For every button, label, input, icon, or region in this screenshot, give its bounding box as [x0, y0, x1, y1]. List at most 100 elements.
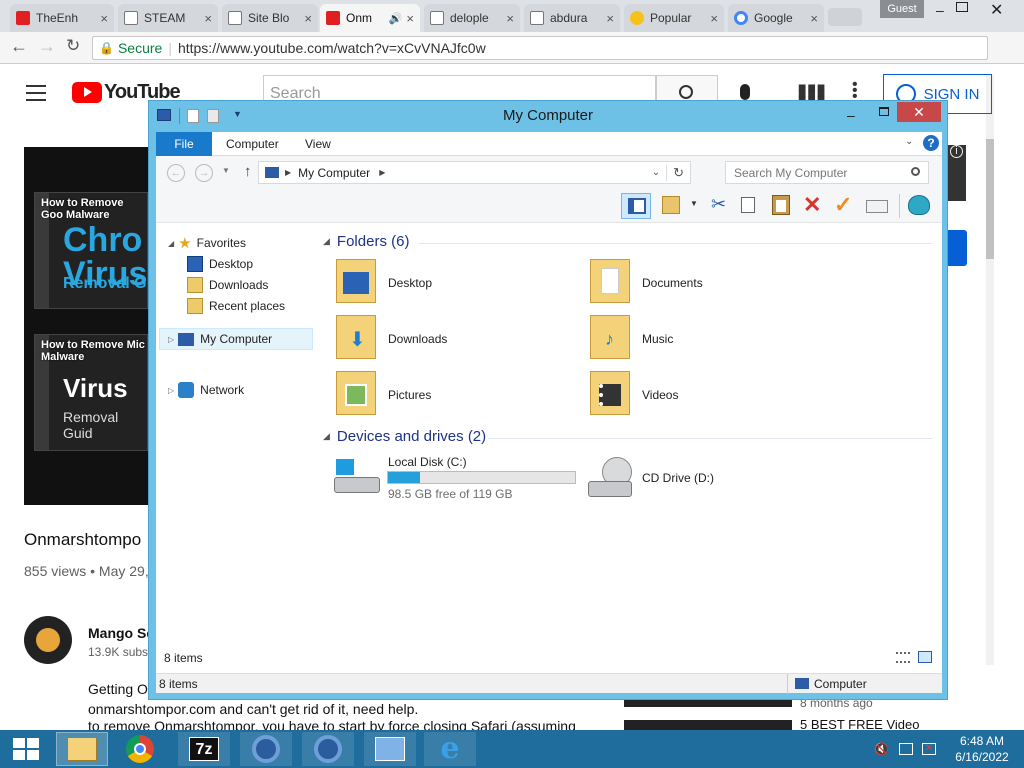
taskbar-control-panel[interactable] [364, 732, 416, 766]
minimize-icon[interactable]: – [847, 107, 855, 123]
close-icon[interactable]: × [204, 11, 212, 26]
taskbar-chrome-window[interactable] [240, 732, 292, 766]
close-icon[interactable]: × [506, 11, 514, 26]
playlist-thumbnail[interactable]: How to Remove Goo Malware Chro Virus Rem… [34, 192, 148, 309]
scrollbar-track[interactable] [986, 75, 994, 665]
playlist-thumbnail[interactable]: How to Remove Mic Malware Virus Removal … [34, 334, 148, 451]
video-player[interactable]: How to Remove Goo Malware Chro Virus Rem… [24, 147, 148, 505]
youtube-logo-icon[interactable] [72, 82, 102, 103]
breadcrumb[interactable]: ▶ My Computer ▶ ⌄ ↻ [258, 161, 691, 184]
back-arrow-icon[interactable]: ← [10, 36, 28, 57]
chevron-down-icon[interactable]: ◢ [323, 431, 330, 442]
info-icon[interactable]: i [950, 145, 963, 158]
chevron-down-icon[interactable]: ⌄ [652, 167, 660, 178]
browser-tab[interactable]: abdura × [524, 4, 620, 32]
chevron-down-icon[interactable]: ▼ [690, 199, 698, 208]
chevron-right-icon[interactable]: ▷ [168, 335, 174, 344]
subscribe-button-edge[interactable] [948, 230, 967, 266]
close-icon[interactable]: × [810, 11, 818, 26]
url-text[interactable]: https://www.youtube.com/watch?v=xCvVNAJf… [178, 40, 486, 56]
window-titlebar[interactable]: ▼ My Computer – ✕ [149, 101, 947, 131]
tab-computer[interactable]: Computer [213, 132, 292, 156]
volume-muted-icon[interactable]: 🔇 [874, 742, 889, 756]
restore-icon[interactable] [956, 2, 968, 12]
nav-favorites[interactable]: ◢ ★ Favorites [168, 233, 246, 253]
forward-arrow-icon[interactable]: → [195, 164, 213, 182]
preview-pane-button[interactable] [621, 193, 651, 219]
checkmark-icon[interactable]: ✓ [834, 192, 852, 218]
breadcrumb-item[interactable]: My Computer [298, 166, 370, 180]
action-center-icon[interactable]: ✕ [922, 743, 936, 755]
folder-options-icon[interactable] [662, 196, 680, 214]
close-icon[interactable]: × [100, 11, 108, 26]
clock-date[interactable]: 6/16/2022 [952, 750, 1012, 764]
forward-arrow-icon[interactable]: → [38, 36, 56, 57]
chevron-right-icon[interactable]: ▶ [285, 168, 291, 177]
refresh-icon[interactable]: ↻ [666, 164, 690, 181]
browser-tab[interactable]: TheEnh × [10, 4, 114, 32]
large-icons-view-icon[interactable] [918, 651, 932, 663]
browser-tab[interactable]: Site Blo × [222, 4, 318, 32]
group-header-folders[interactable]: ◢ Folders (6) [323, 233, 409, 250]
close-icon[interactable]: × [710, 11, 718, 26]
nav-network[interactable]: ▷ Network [168, 380, 244, 400]
network-status-icon[interactable] [899, 743, 913, 755]
start-button[interactable] [0, 732, 52, 766]
page-icon [430, 11, 444, 25]
reload-icon[interactable]: ↻ [66, 36, 80, 56]
explorer-search-input[interactable]: Search My Computer [725, 161, 929, 184]
chevron-down-icon[interactable]: ◢ [168, 239, 174, 248]
up-arrow-icon[interactable]: ↑ [244, 163, 252, 180]
browser-tab[interactable]: delople × [424, 4, 520, 32]
chevron-down-icon[interactable]: ▼ [222, 166, 230, 175]
tab-file[interactable]: File [156, 132, 212, 156]
back-arrow-icon[interactable]: ← [167, 164, 185, 182]
taskbar-file-explorer[interactable] [56, 732, 108, 766]
microphone-icon[interactable] [740, 84, 750, 100]
more-vert-icon[interactable]: • • • [852, 77, 858, 105]
taskbar-chrome-window[interactable] [302, 732, 354, 766]
delete-icon[interactable]: ✕ [803, 192, 821, 218]
nav-my-computer[interactable]: ▷ My Computer [159, 328, 313, 350]
browser-tab[interactable]: Google × [728, 4, 824, 32]
nav-downloads[interactable]: Downloads [187, 275, 268, 295]
sidebar-thumbnail[interactable] [624, 720, 792, 730]
menu-icon[interactable] [26, 85, 46, 101]
channel-avatar[interactable] [24, 616, 72, 664]
group-header-devices[interactable]: ◢ Devices and drives (2) [323, 428, 486, 445]
close-window-icon[interactable]: ✕ [897, 102, 941, 122]
chevron-down-icon[interactable]: ◢ [323, 236, 330, 247]
close-window-icon[interactable]: ✕ [990, 0, 1003, 20]
close-icon[interactable]: × [406, 11, 414, 26]
browser-tab[interactable]: Popular × [624, 4, 724, 32]
copy-icon[interactable] [741, 197, 755, 213]
taskbar-chrome[interactable] [114, 732, 166, 766]
star-icon: ★ [178, 235, 192, 252]
details-view-icon[interactable] [896, 652, 910, 663]
clock-time[interactable]: 6:48 AM [952, 734, 1012, 748]
maximize-icon[interactable] [879, 107, 889, 116]
browser-tab[interactable]: STEAM × [118, 4, 218, 32]
nav-desktop[interactable]: Desktop [187, 254, 253, 274]
new-tab-button[interactable] [828, 8, 862, 26]
chevron-right-icon[interactable]: ▶ [379, 168, 385, 177]
folder-label: Documents [642, 276, 703, 290]
close-icon[interactable]: × [304, 11, 312, 26]
cut-icon[interactable]: ✂ [711, 194, 726, 215]
chevron-down-icon[interactable]: ⌄ [905, 136, 913, 147]
paste-icon[interactable] [772, 195, 790, 215]
chevron-right-icon[interactable]: ▷ [168, 386, 174, 395]
nav-recent-places[interactable]: Recent places [187, 296, 285, 316]
address-bar[interactable]: 🔒 Secure | https://www.youtube.com/watch… [92, 36, 988, 60]
minimize-icon[interactable]: – [936, 2, 944, 18]
help-icon[interactable]: ? [923, 135, 939, 151]
shell-icon[interactable] [908, 195, 930, 215]
taskbar-internet-explorer[interactable]: e [424, 732, 476, 766]
profile-badge[interactable]: Guest [880, 0, 924, 18]
channel-name[interactable]: Mango Sc [88, 625, 154, 641]
tab-view[interactable]: View [292, 132, 344, 156]
taskbar-7zip[interactable]: 7z [178, 732, 230, 766]
browser-tab-active[interactable]: Onm 🔊 × [320, 4, 420, 32]
close-icon[interactable]: × [606, 11, 614, 26]
rename-icon[interactable] [866, 200, 888, 213]
